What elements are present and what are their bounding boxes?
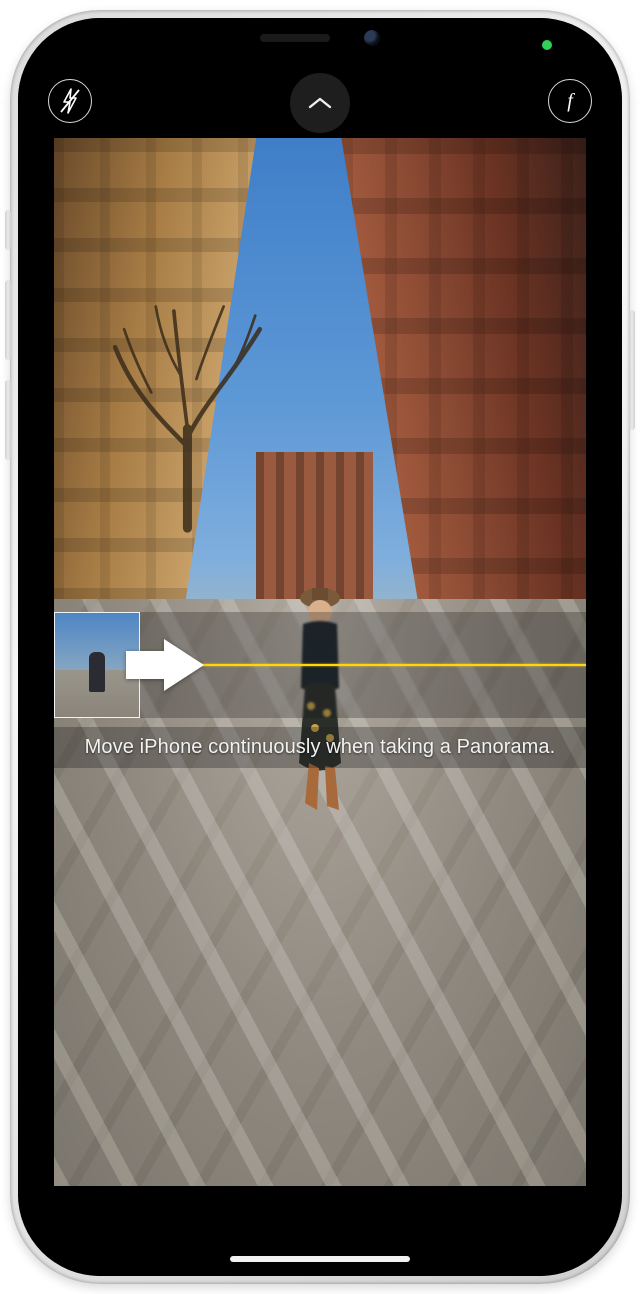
filters-button[interactable]: f [548, 79, 592, 123]
volume-down-button[interactable] [5, 380, 11, 460]
panorama-guide-strip[interactable] [54, 612, 586, 718]
chevron-up-icon [307, 95, 333, 111]
scene-tree [97, 180, 278, 641]
screen-bezel: f [18, 18, 622, 1276]
notch [190, 18, 450, 58]
front-camera [364, 30, 380, 46]
mute-switch[interactable] [5, 210, 11, 250]
panorama-hint-banner: Move iPhone continuously when taking a P… [54, 727, 586, 768]
panorama-hint-text: Move iPhone continuously when taking a P… [85, 736, 556, 758]
camera-in-use-indicator [542, 40, 552, 50]
home-indicator[interactable] [230, 1256, 410, 1262]
camera-viewfinder[interactable]: Move iPhone continuously when taking a P… [54, 138, 586, 1186]
camera-top-controls: f [18, 73, 622, 133]
iphone-device-frame: f [10, 10, 630, 1284]
volume-up-button[interactable] [5, 280, 11, 360]
camera-options-expand-button[interactable] [290, 73, 350, 133]
flash-off-icon [59, 88, 81, 114]
flash-toggle-button[interactable] [48, 79, 92, 123]
camera-app-screen: f [18, 18, 622, 1276]
filters-icon: f [559, 89, 581, 113]
svg-text:f: f [567, 90, 575, 112]
earpiece-speaker [260, 34, 330, 42]
arrow-right-icon [164, 639, 204, 691]
side-button[interactable] [629, 310, 635, 430]
